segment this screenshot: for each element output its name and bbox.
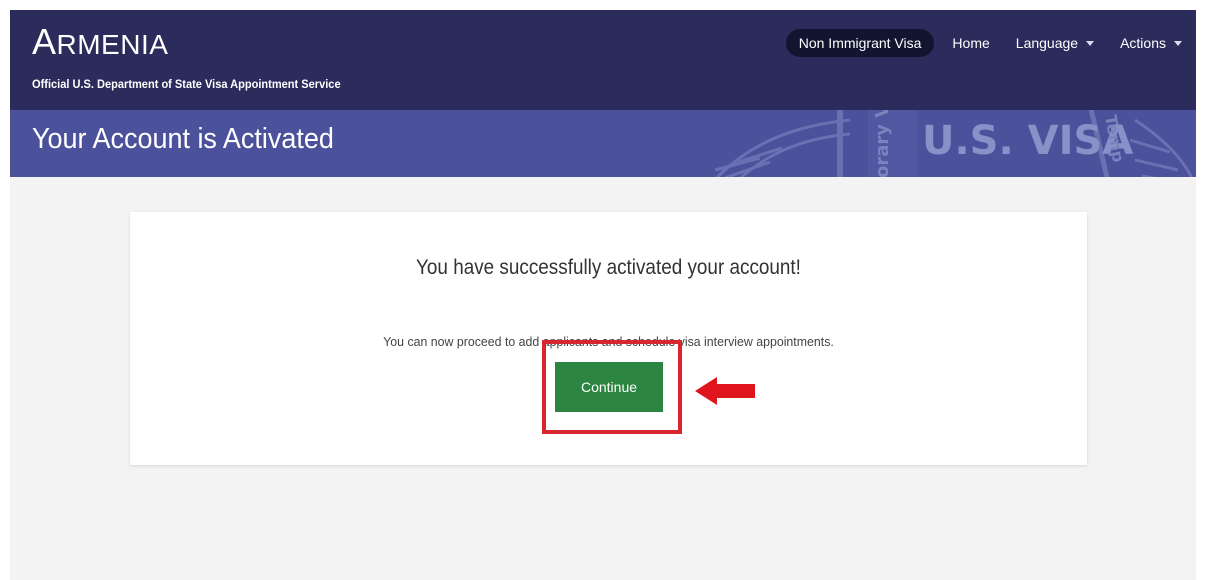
nav-home-link[interactable]: Home	[952, 29, 989, 57]
caret-down-icon	[1086, 40, 1095, 46]
top-navbar: ARMENIA Official U.S. Department of Stat…	[10, 10, 1196, 110]
seal-text-main: U.S. VISA	[922, 118, 1133, 164]
nav-actions-dropdown[interactable]: Actions	[1120, 29, 1182, 57]
nav-actions-label: Actions	[1120, 35, 1166, 51]
page-banner: Your Account is Activated orary V U.S. V…	[10, 110, 1196, 177]
site-tagline: Official U.S. Department of State Visa A…	[32, 77, 341, 91]
success-headline: You have successfully activated your acc…	[416, 256, 801, 279]
brand-rest: RMENIA	[56, 29, 169, 60]
page: ARMENIA Official U.S. Department of Stat…	[10, 10, 1196, 580]
site-brand[interactable]: ARMENIA	[32, 22, 168, 65]
activation-card: You have successfully activated your acc…	[130, 212, 1087, 465]
seal-text-left: orary V	[872, 110, 893, 177]
brand-initial: A	[32, 21, 57, 62]
annotation-arrow-icon	[695, 377, 755, 405]
page-title: Your Account is Activated	[32, 123, 334, 155]
continue-button[interactable]: Continue	[555, 362, 663, 412]
nav-home-label: Home	[952, 35, 990, 51]
caret-down-icon	[1174, 40, 1182, 46]
main-nav: Non Immigrant Visa Home Language Actions	[785, 29, 1182, 57]
nav-language-label: Language	[1015, 35, 1079, 51]
nav-language-dropdown[interactable]: Language	[1015, 29, 1095, 57]
visa-seal-watermark: orary V U.S. VISA Temp	[714, 110, 1194, 177]
visa-type-pill[interactable]: Non Immigrant Visa	[785, 29, 935, 57]
